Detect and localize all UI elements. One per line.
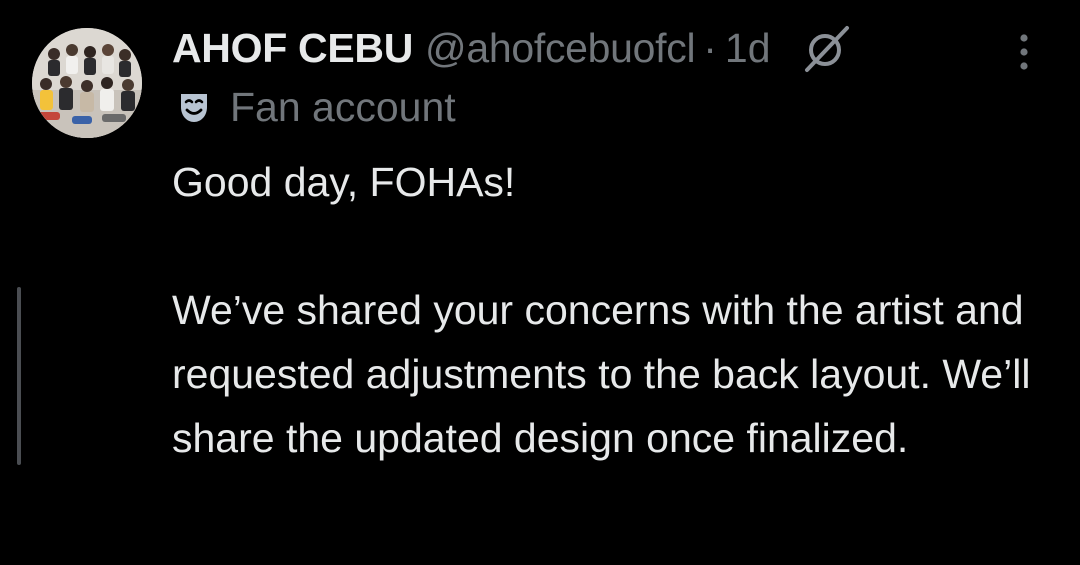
tweet-text-paragraph: We’ve shared your concerns with the arti… (172, 287, 1031, 461)
grok-icon[interactable] (801, 22, 853, 74)
tweet[interactable]: AHOF CEBU @ahofcebuofcl · 1d Fan account… (0, 0, 1080, 565)
tweet-text-paragraph: Good day, FOHAs! (172, 159, 516, 205)
more-vertical-icon[interactable] (1012, 30, 1036, 74)
account-label[interactable]: Fan account (172, 82, 456, 132)
separator-dot: · (703, 24, 717, 71)
tweet-header: AHOF CEBU @ahofcebuofcl · 1d (172, 18, 853, 78)
thread-line (17, 287, 21, 465)
display-name[interactable]: AHOF CEBU (172, 25, 413, 72)
tweet-text: Good day, FOHAs! We’ve shared your conce… (172, 150, 1052, 470)
theater-mask-icon (176, 89, 212, 125)
avatar[interactable] (32, 28, 142, 138)
group-photo-image (32, 28, 142, 138)
fan-account-label: Fan account (230, 83, 456, 130)
timestamp[interactable]: 1d (725, 25, 771, 72)
handle[interactable]: @ahofcebuofcl (425, 25, 696, 72)
